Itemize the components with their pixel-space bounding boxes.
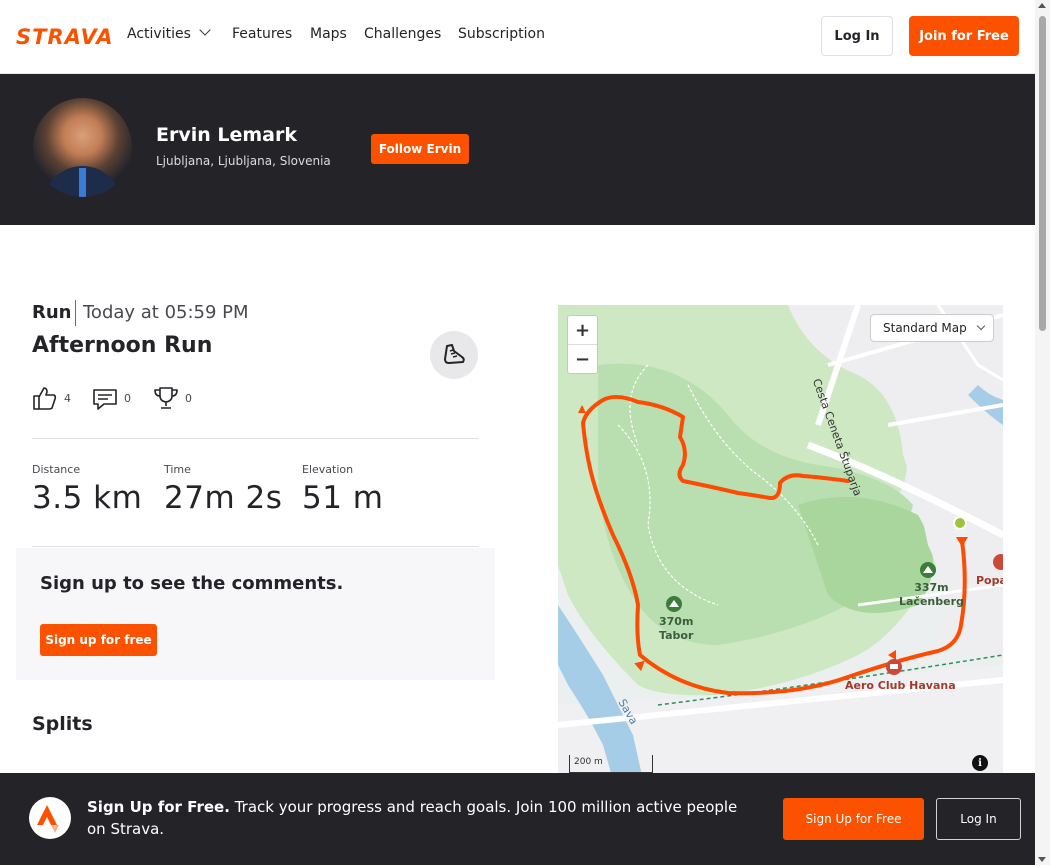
divider	[32, 546, 479, 547]
chevron-down-icon	[199, 24, 211, 36]
trophy-icon	[154, 387, 178, 409]
athlete-location: Ljubljana, Ljubljana, Slovenia	[156, 154, 331, 168]
zoom-in-button[interactable]: +	[568, 316, 597, 345]
nav-activities[interactable]: Activities	[127, 24, 211, 42]
nav-challenges[interactable]: Challenges	[364, 26, 441, 42]
strava-logo[interactable]: STRAVA	[16, 25, 114, 49]
strava-logo-icon	[29, 797, 71, 839]
chevron-down-icon	[976, 321, 985, 331]
comments-title: Sign up to see the comments.	[40, 573, 344, 594]
info-icon[interactable]: i	[972, 755, 988, 771]
achievement-value: 0	[185, 391, 192, 405]
nav-subscription[interactable]: Subscription	[458, 26, 545, 42]
divider	[75, 300, 76, 326]
avatar[interactable]	[33, 98, 132, 197]
peak-name: Lačenberg	[899, 595, 964, 608]
activity-type: Run	[32, 302, 72, 323]
banner-signup-button[interactable]: Sign Up for Free	[783, 798, 924, 840]
strava-chevron-icon	[37, 805, 59, 833]
follow-button[interactable]: Follow Ervin	[371, 134, 469, 164]
nav-activities-label: Activities	[127, 26, 191, 42]
stat-distance: Distance 3.5 km	[32, 463, 142, 516]
stat-value: 51 m	[302, 480, 384, 516]
banner-login-button[interactable]: Log In	[936, 798, 1021, 840]
thumbs-up-icon	[33, 387, 57, 410]
scroll-down-arrow-icon[interactable]	[1038, 857, 1046, 862]
scroll-up-arrow-icon[interactable]	[1038, 3, 1046, 8]
signup-banner: Sign Up for Free. Track your progress an…	[0, 773, 1035, 865]
comment-value: 0	[124, 391, 131, 405]
top-navbar: STRAVA Activities Features Maps Challeng…	[0, 0, 1035, 74]
poi-label-2: Popa	[976, 574, 1003, 587]
athlete-header: Ervin Lemark Ljubljana, Ljubljana, Slove…	[0, 74, 1035, 225]
scroll-thumb[interactable]	[1039, 16, 1046, 331]
nav-features[interactable]: Features	[232, 26, 292, 42]
shoe-icon	[444, 344, 465, 364]
gear-shoe-button[interactable]	[430, 331, 478, 379]
stat-elevation: Elevation 51 m	[302, 463, 384, 516]
stat-value: 27m 2s	[164, 480, 283, 516]
signup-free-button[interactable]: Sign up for free	[40, 624, 157, 656]
comment-count[interactable]: 0	[92, 385, 131, 411]
peak-label-tabor: 370m Tabor	[659, 615, 693, 643]
login-button[interactable]: Log In	[821, 16, 893, 56]
peak-elevation: 337m	[914, 581, 949, 594]
stat-time: Time 27m 2s	[164, 463, 282, 516]
peak-elevation: 370m	[659, 615, 694, 628]
achievement-count[interactable]: 0	[153, 385, 192, 411]
zoom-out-button[interactable]: −	[568, 345, 597, 374]
stat-value: 3.5 km	[32, 480, 143, 516]
page-scrollbar[interactable]	[1035, 0, 1050, 865]
banner-lead: Sign Up for Free.	[87, 798, 230, 816]
splits-heading: Splits	[32, 713, 93, 735]
map-zoom-control: + −	[567, 315, 598, 374]
activity-map[interactable]: Cesta Ceneta Štuparja 370m Tabor 337m La…	[558, 305, 1003, 780]
divider	[32, 438, 479, 439]
join-button[interactable]: Join for Free	[909, 16, 1019, 56]
map-scale-label: 200 m	[574, 757, 603, 767]
kudos-count[interactable]: 4	[32, 385, 71, 411]
map-style-select[interactable]: Standard Map	[870, 314, 994, 342]
kudos-value: 4	[64, 391, 71, 405]
peak-name: Tabor	[659, 629, 694, 642]
activity-title: Afternoon Run	[32, 333, 213, 358]
comments-signup-panel: Sign up to see the comments. Sign up for…	[16, 548, 495, 680]
nav-maps[interactable]: Maps	[310, 26, 347, 42]
comment-icon	[93, 389, 117, 410]
avatar-lanyard	[79, 168, 86, 197]
stat-label: Time	[164, 463, 191, 476]
peak-label-lacenberg: 337m Lačenberg	[899, 581, 964, 609]
activity-date: Today at 05:59 PM	[83, 302, 249, 323]
poi-label: Aero Club Havana	[845, 679, 956, 692]
banner-message: Sign Up for Free. Track your progress an…	[87, 796, 757, 840]
stat-label: Elevation	[302, 463, 354, 476]
stat-label: Distance	[32, 463, 81, 476]
athlete-name[interactable]: Ervin Lemark	[156, 124, 297, 146]
map-style-label: Standard Map	[883, 321, 967, 335]
